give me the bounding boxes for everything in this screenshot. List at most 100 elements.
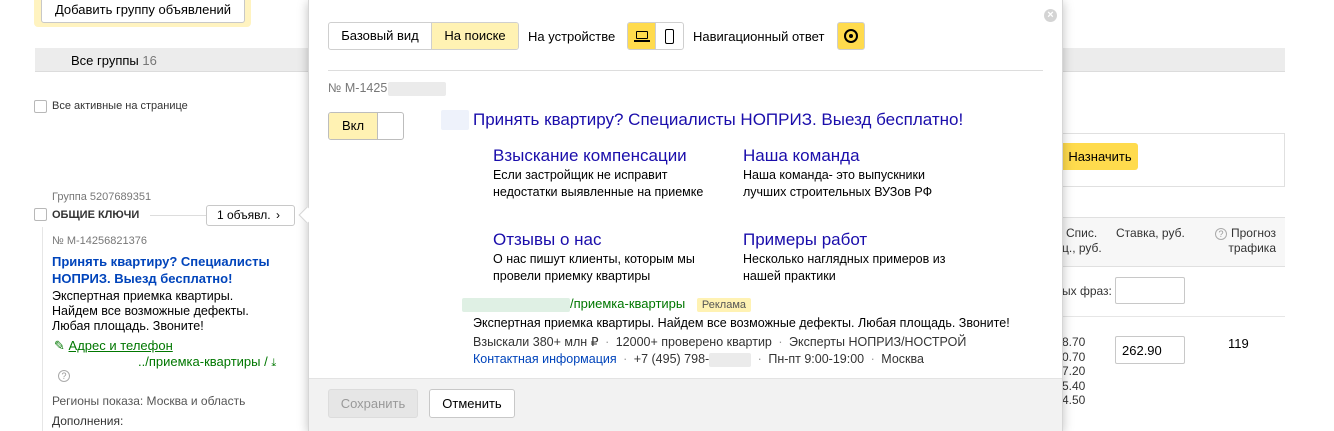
city: Москва xyxy=(881,352,924,366)
ad-number: № М-14256821376 xyxy=(52,235,147,247)
tab-all-groups-count: 16 xyxy=(142,53,157,68)
target-icon xyxy=(844,29,858,43)
preview-contacts: Контактная информация · +7 (495) 798- · … xyxy=(473,352,924,367)
phone-body xyxy=(665,29,674,44)
col-forecast-header: ? Прогноз трафика xyxy=(1210,226,1276,256)
ad-number-redacted xyxy=(388,81,447,96)
preview-title[interactable]: Принять квартиру? Специалисты НОПРИЗ. Вы… xyxy=(473,110,963,130)
select-all-label: Все активные на странице xyxy=(52,100,188,112)
edit-arrow-icon: ⤓ xyxy=(271,357,277,369)
close-icon[interactable]: × xyxy=(1044,9,1057,22)
popup-ad-number: № М-1425 xyxy=(328,81,447,96)
url-redacted xyxy=(462,297,570,312)
dot-separator: · xyxy=(778,335,783,349)
preview-text: Экспертная приемка квартиры. Найдем все … xyxy=(473,316,1010,330)
toggle-knob xyxy=(377,113,403,139)
pencil-icon: ✎ xyxy=(54,338,65,353)
sitelink: Наша команда Наша команда- это выпускник… xyxy=(743,146,973,201)
phrases-label: ых фраз: xyxy=(1062,284,1112,298)
callout: 12000+ проверено квартир xyxy=(615,335,772,349)
sitelink-title[interactable]: Наша команда xyxy=(743,146,973,166)
col-bid-header: Ставка, руб. xyxy=(1116,226,1185,240)
sitelink-title[interactable]: Взыскание компенсации xyxy=(493,146,723,166)
sitelink: Примеры работ Несколько наглядных пример… xyxy=(743,230,973,285)
ad-number-prefix: № М-1425 xyxy=(328,81,388,95)
display-url-text: ../приемка-квартиры / xyxy=(138,354,268,369)
device-switch xyxy=(627,22,684,50)
dot-separator: · xyxy=(870,352,875,366)
forecast-help-icon[interactable]: ? xyxy=(1214,228,1227,240)
laptop-base xyxy=(634,40,650,42)
sitelink-desc: О нас пишут клиенты, которым мы провели … xyxy=(493,252,695,283)
ads-count-button[interactable]: 1 объявл. › xyxy=(206,205,295,226)
col-spis-header: Спис. ц., руб. xyxy=(1062,226,1102,256)
regions-text: Регионы показа: Москва и область xyxy=(52,394,246,408)
address-phone-link[interactable]: ✎ Адрес и телефон xyxy=(54,338,173,354)
contact-info-link[interactable]: Контактная информация xyxy=(473,352,617,366)
sitelink: Взыскание компенсации Если застройщик не… xyxy=(493,146,723,201)
phone-redacted xyxy=(709,352,752,367)
address-phone-label: Адрес и телефон xyxy=(68,338,173,353)
preview-callouts: Взыскали 380+ млн ₽ · 12000+ проверено к… xyxy=(473,334,966,349)
col-spis-line2: ц., руб. xyxy=(1062,241,1102,255)
tab-all-groups[interactable]: Все группы 16 xyxy=(71,53,157,68)
additions-label: Дополнения: xyxy=(52,414,124,428)
laptop-screen xyxy=(636,31,648,39)
toggle-on-label: Вкл xyxy=(329,113,377,139)
add-group-button[interactable]: Добавить группу объявлений xyxy=(41,0,245,23)
popup-divider xyxy=(328,70,1043,71)
group-divider xyxy=(150,215,206,216)
callout: Эксперты НОПРИЗ/НОСТРОЙ xyxy=(789,335,967,349)
group-name: ОБЩИЕ КЛЮЧИ xyxy=(52,209,140,221)
ads-count-label: 1 объявл. xyxy=(217,208,271,222)
bid-input[interactable] xyxy=(1115,336,1185,364)
dot-separator: · xyxy=(605,335,610,349)
tab-basic-view[interactable]: Базовый вид xyxy=(329,23,432,49)
dot-separator: · xyxy=(623,352,628,366)
tab-all-groups-label: Все группы xyxy=(71,53,139,68)
nav-answer-toggle[interactable] xyxy=(837,22,865,50)
spis-value: 5.40 xyxy=(1062,378,1086,393)
row-divider xyxy=(1062,316,1285,317)
dot-separator: · xyxy=(757,352,762,366)
col-spis-line1: Спис. xyxy=(1066,226,1098,240)
tab-search-view[interactable]: На поиске xyxy=(432,23,518,49)
spis-value: 8.70 xyxy=(1062,335,1086,349)
spis-value: 0.70 xyxy=(1062,349,1086,364)
group-checkbox[interactable] xyxy=(34,208,47,221)
display-url[interactable]: ../приемка-квартиры / ⤓ xyxy=(138,354,276,370)
forecast-value: 119 xyxy=(1228,336,1249,351)
col-forecast-line2: трафика xyxy=(1228,241,1276,255)
cancel-button[interactable]: Отменить xyxy=(429,389,515,418)
col-forecast-line1: Прогноз xyxy=(1230,226,1276,240)
popup-footer xyxy=(309,378,1062,431)
assign-button[interactable]: Назначить xyxy=(1062,143,1138,170)
on-off-toggle[interactable]: Вкл xyxy=(328,112,404,140)
device-label: На устройстве xyxy=(528,29,616,44)
work-hours: Пн-пт 9:00-19:00 xyxy=(768,352,865,366)
save-button[interactable]: Сохранить xyxy=(328,389,418,418)
sitelink-desc: Несколько наглядных примеров из нашей пр… xyxy=(743,252,946,283)
help-icon[interactable]: ? xyxy=(58,370,70,382)
laptop-icon[interactable] xyxy=(628,23,656,49)
callout: Взыскали 380+ млн ₽ xyxy=(473,335,599,349)
chevron-right-icon: › xyxy=(275,208,280,222)
sitelink-desc: Наша команда- это выпускники лучших стро… xyxy=(743,168,933,199)
sitelink-desc: Если застройщик не исправит недостатки в… xyxy=(493,168,704,199)
sitelink-title[interactable]: Отзывы о нас xyxy=(493,230,723,250)
preview-url-line: /приемка-квартиры Реклама xyxy=(462,296,752,312)
nav-answer-label: Навигационный ответ xyxy=(693,29,825,44)
phone-icon[interactable] xyxy=(656,23,683,49)
select-all-checkbox[interactable] xyxy=(34,100,47,113)
sitelink-title[interactable]: Примеры работ xyxy=(743,230,973,250)
sitelink: Отзывы о нас О нас пишут клиенты, которы… xyxy=(493,230,723,285)
view-switch: Базовый вид На поиске xyxy=(328,22,519,50)
group-label: Группа 5207689351 xyxy=(52,191,152,203)
preview-url-path[interactable]: /приемка-квартиры xyxy=(570,296,685,311)
spis-values: 8.70 0.70 7.20 5.40 4.50 xyxy=(1062,335,1085,408)
ad-text: Экспертная приемка квартиры. Найдем все … xyxy=(52,289,249,333)
ad-title[interactable]: Принять квартиру? Специалисты НОПРИЗ. Вы… xyxy=(52,253,292,287)
phrases-bid-input[interactable] xyxy=(1115,277,1185,304)
phone-prefix: +7 (495) 798- xyxy=(633,352,710,366)
spis-value: 4.50 xyxy=(1062,393,1086,407)
